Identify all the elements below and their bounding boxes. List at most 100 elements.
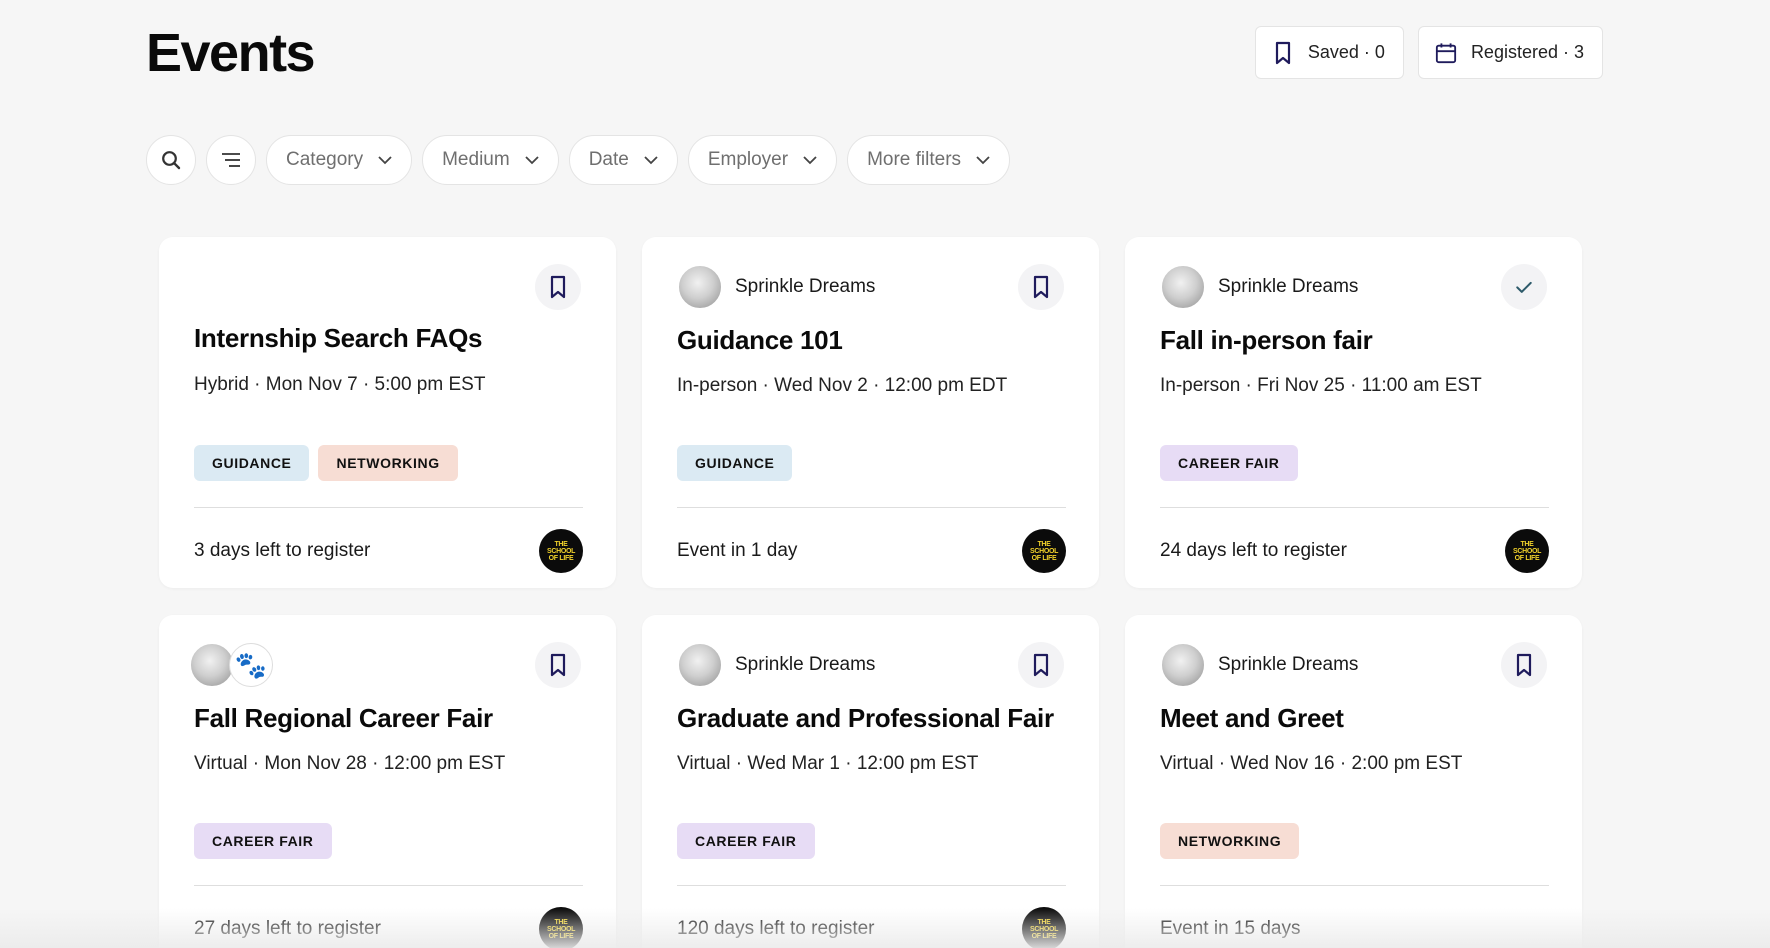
- card-header: [194, 264, 581, 310]
- event-title: Guidance 101: [677, 325, 843, 355]
- bookmark-icon: [1033, 275, 1049, 299]
- category-tag: GUIDANCE: [677, 445, 793, 481]
- event-card[interactable]: Sprinkle Dreams Guidance 101 In-person ·…: [642, 237, 1099, 588]
- sort-lines-icon: [222, 153, 240, 167]
- registered-button[interactable]: Registered · 3: [1417, 26, 1603, 79]
- event-meta: In-person · Wed Nov 2 · 12:00 pm EDT: [677, 375, 1008, 396]
- category-tag: NETWORKING: [1160, 823, 1300, 859]
- event-card[interactable]: 🐾 Fall Regional Career Fair Virtual · Mo…: [159, 615, 616, 948]
- event-tags: GUIDANCE NETWORKING: [194, 445, 458, 481]
- paw-print-icon: 🐾: [229, 643, 273, 687]
- chevron-down-icon: [803, 156, 817, 165]
- org-name: Sprinkle Dreams: [735, 276, 876, 297]
- event-title: Fall Regional Career Fair: [194, 703, 493, 733]
- chevron-down-icon: [644, 156, 658, 165]
- event-meta: Hybrid · Mon Nov 7 · 5:00 pm EST: [194, 374, 486, 395]
- saved-button[interactable]: Saved · 0: [1254, 26, 1404, 79]
- date-filter[interactable]: Date: [568, 135, 678, 185]
- bookmark-icon: [1275, 41, 1290, 64]
- save-event-button[interactable]: [1501, 642, 1547, 688]
- category-tag: NETWORKING: [318, 445, 458, 481]
- saved-label: Saved · 0: [1307, 42, 1385, 62]
- medium-filter[interactable]: Medium: [422, 135, 559, 185]
- card-header: 🐾: [189, 642, 581, 688]
- card-header: Sprinkle Dreams: [1160, 642, 1547, 688]
- event-tags: GUIDANCE: [677, 445, 793, 481]
- employer-filter[interactable]: Employer: [687, 135, 838, 185]
- org-avatar: [1160, 642, 1206, 688]
- events-page: Events Saved · 0 Registered · 3 Category…: [0, 0, 1770, 948]
- chevron-down-icon: [378, 156, 392, 165]
- filter-label: More filters: [867, 149, 962, 170]
- category-tag: CAREER FAIR: [677, 823, 815, 859]
- event-title: Fall in-person fair: [1160, 325, 1373, 355]
- card-footer: 27 days left to register THE SCHOOL OF L…: [194, 907, 583, 948]
- registration-status: 3 days left to register: [194, 540, 371, 561]
- employer-logo: THE SCHOOL OF LIFE: [1022, 907, 1066, 948]
- org-avatar: [1160, 264, 1206, 310]
- chevron-down-icon: [976, 156, 990, 165]
- registration-status: Event in 1 day: [677, 540, 798, 561]
- org-name: Sprinkle Dreams: [1218, 276, 1359, 297]
- card-header: Sprinkle Dreams: [677, 642, 1064, 688]
- card-footer: Event in 1 day THE SCHOOL OF LIFE: [677, 529, 1066, 573]
- org-name: Sprinkle Dreams: [735, 654, 876, 675]
- event-title: Meet and Greet: [1160, 703, 1344, 733]
- event-meta: Virtual · Wed Mar 1 · 12:00 pm EST: [677, 753, 979, 774]
- event-card[interactable]: Sprinkle Dreams Meet and Greet Virtual ·…: [1125, 615, 1582, 948]
- card-footer: 3 days left to register THE SCHOOL OF LI…: [194, 529, 583, 573]
- search-button[interactable]: [146, 135, 196, 185]
- filter-bar: Category Medium Date Employer More filte…: [146, 135, 1011, 185]
- filter-label: Medium: [442, 149, 510, 170]
- bookmark-icon: [550, 653, 566, 677]
- employer-logo: THE SCHOOL OF LIFE: [539, 907, 583, 948]
- registered-check-button[interactable]: [1501, 264, 1547, 310]
- card-footer: Event in 15 days: [1160, 907, 1549, 948]
- event-meta: Virtual · Wed Nov 16 · 2:00 pm EST: [1160, 753, 1463, 774]
- divider: [194, 885, 583, 886]
- events-grid: Internship Search FAQs Hybrid · Mon Nov …: [159, 237, 1582, 948]
- card-footer: 24 days left to register THE SCHOOL OF L…: [1160, 529, 1549, 573]
- org-name: Sprinkle Dreams: [1218, 654, 1359, 675]
- category-tag: GUIDANCE: [194, 445, 310, 481]
- registration-status: 120 days left to register: [677, 918, 875, 939]
- category-tag: CAREER FAIR: [1160, 445, 1298, 481]
- filter-label: Category: [286, 149, 364, 170]
- event-card[interactable]: Sprinkle Dreams Graduate and Professiona…: [642, 615, 1099, 948]
- category-tag: CAREER FAIR: [194, 823, 332, 859]
- registration-status: 24 days left to register: [1160, 540, 1347, 561]
- divider: [194, 507, 583, 508]
- card-header: Sprinkle Dreams: [677, 264, 1064, 310]
- registration-status: Event in 15 days: [1160, 918, 1301, 939]
- event-card[interactable]: Sprinkle Dreams Fall in-person fair In-p…: [1125, 237, 1582, 588]
- event-title: Graduate and Professional Fair: [677, 703, 1054, 733]
- bookmark-icon: [1516, 653, 1532, 677]
- employer-logo: THE SCHOOL OF LIFE: [1022, 529, 1066, 573]
- search-icon: [162, 151, 181, 170]
- employer-logo: THE SCHOOL OF LIFE: [1505, 529, 1549, 573]
- registered-label: Registered · 3: [1470, 42, 1584, 62]
- save-event-button[interactable]: [1018, 642, 1064, 688]
- event-tags: CAREER FAIR: [1160, 445, 1298, 481]
- save-event-button[interactable]: [535, 264, 581, 310]
- card-header: Sprinkle Dreams: [1160, 264, 1547, 310]
- bookmark-icon: [1033, 653, 1049, 677]
- event-card[interactable]: Internship Search FAQs Hybrid · Mon Nov …: [159, 237, 616, 588]
- save-event-button[interactable]: [535, 642, 581, 688]
- org-avatar: [677, 264, 723, 310]
- save-event-button[interactable]: [1018, 264, 1064, 310]
- calendar-icon: [1435, 42, 1457, 63]
- employer-logo: THE SCHOOL OF LIFE: [539, 529, 583, 573]
- divider: [1160, 885, 1549, 886]
- org-avatar: [677, 642, 723, 688]
- bookmark-icon: [550, 275, 566, 299]
- divider: [677, 507, 1066, 508]
- checkmark-icon: [1516, 281, 1532, 293]
- event-meta: In-person · Fri Nov 25 · 11:00 am EST: [1160, 375, 1482, 396]
- event-tags: NETWORKING: [1160, 823, 1300, 859]
- sort-button[interactable]: [206, 135, 256, 185]
- divider: [677, 885, 1066, 886]
- category-filter[interactable]: Category: [266, 135, 413, 185]
- more-filters-button[interactable]: More filters: [847, 135, 1011, 185]
- event-title: Internship Search FAQs: [194, 323, 483, 353]
